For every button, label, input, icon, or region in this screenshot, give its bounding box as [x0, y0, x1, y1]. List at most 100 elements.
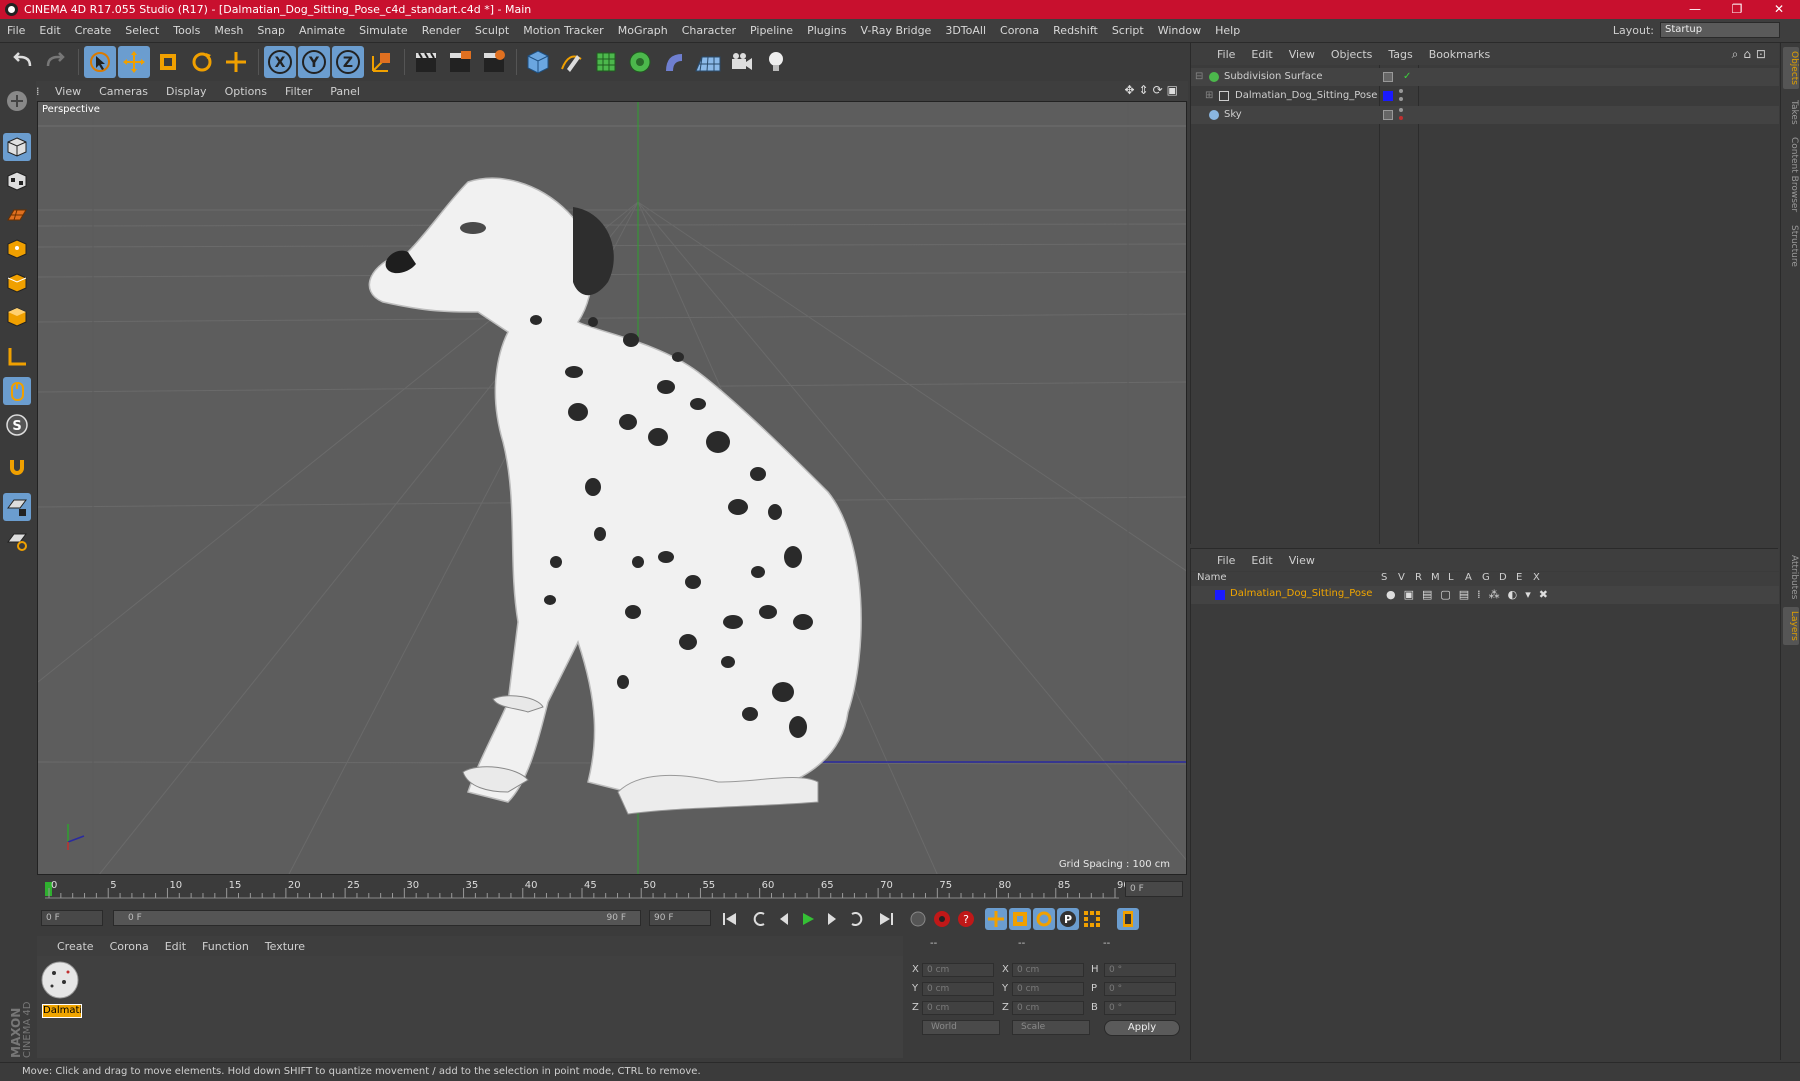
add-deformer-button[interactable]: [658, 46, 690, 78]
live-selection-button[interactable]: [84, 46, 116, 78]
transform-tool-button[interactable]: [220, 46, 252, 78]
object-row[interactable]: ⊟ Subdivision Surface ✓: [1191, 68, 1779, 86]
layer-color-swatch[interactable]: [1383, 91, 1393, 101]
render-view-button[interactable]: [410, 46, 442, 78]
render-region-button[interactable]: [444, 46, 476, 78]
viewport-menu-cameras[interactable]: Cameras: [90, 85, 157, 98]
col-animation[interactable]: A: [1465, 572, 1472, 583]
camera-label[interactable]: Perspective: [42, 104, 100, 115]
tree-expander[interactable]: ⊞: [1205, 87, 1213, 105]
solo-mode-button[interactable]: S: [3, 411, 31, 439]
perspective-viewport[interactable]: Perspective Grid Spacing : 100 cm: [37, 101, 1187, 875]
menu-tools[interactable]: Tools: [166, 24, 207, 37]
search-home-icons[interactable]: ⌕⌂⊡: [1732, 47, 1771, 62]
layout-dropdown[interactable]: Startup: [1660, 22, 1780, 38]
layer-tag-icon[interactable]: [1383, 72, 1393, 82]
edges-mode-button[interactable]: [3, 269, 31, 297]
material-menu-create[interactable]: Create: [49, 940, 102, 953]
maximize-button[interactable]: ❐: [1716, 0, 1758, 19]
layer-name[interactable]: Dalmatian_Dog_Sitting_Pose: [1230, 588, 1372, 599]
close-button[interactable]: ✕: [1758, 0, 1800, 19]
rot-p-field[interactable]: 0 °: [1104, 982, 1176, 996]
tree-expander[interactable]: ⊟: [1195, 68, 1203, 86]
tab-structure[interactable]: Structure: [1783, 221, 1799, 271]
col-xref[interactable]: X: [1533, 572, 1540, 583]
menu-vray-bridge[interactable]: V-Ray Bridge: [853, 24, 938, 37]
add-spline-button[interactable]: [556, 46, 588, 78]
tab-objects[interactable]: Objects: [1783, 47, 1799, 89]
menu-script[interactable]: Script: [1105, 24, 1151, 37]
key-position-button[interactable]: [985, 908, 1007, 930]
menu-snap[interactable]: Snap: [250, 24, 292, 37]
key-scale-button[interactable]: [1009, 908, 1031, 930]
autokey-button[interactable]: ?: [955, 908, 977, 930]
menu-edit[interactable]: Edit: [32, 24, 67, 37]
frame-range-slider[interactable]: 0 F 90 F: [113, 910, 641, 926]
menu-3dtoall[interactable]: 3DToAll: [938, 24, 993, 37]
menu-motion-tracker[interactable]: Motion Tracker: [516, 24, 610, 37]
layer-tag-icon[interactable]: [1383, 110, 1393, 120]
go-to-end-button[interactable]: [875, 908, 897, 930]
layers-menu-file[interactable]: File: [1209, 554, 1243, 567]
viewport-menu-view[interactable]: View: [46, 85, 90, 98]
menu-redshift[interactable]: Redshift: [1046, 24, 1105, 37]
menu-animate[interactable]: Animate: [292, 24, 352, 37]
previous-keyframe-button[interactable]: [749, 908, 771, 930]
workplane-mode-button[interactable]: [3, 201, 31, 229]
viewport-menu-display[interactable]: Display: [157, 85, 216, 98]
pos-x-field[interactable]: 0 cm: [922, 963, 994, 977]
apply-button[interactable]: Apply: [1104, 1020, 1180, 1036]
menu-sculpt[interactable]: Sculpt: [468, 24, 516, 37]
play-button[interactable]: [797, 908, 819, 930]
tweak-mode-button[interactable]: [3, 377, 31, 405]
tab-content-browser[interactable]: Content Browser: [1783, 135, 1799, 215]
key-param-button[interactable]: P: [1057, 908, 1079, 930]
scale-tool-button[interactable]: [152, 46, 184, 78]
objects-menu-file[interactable]: File: [1209, 48, 1243, 61]
col-solo[interactable]: S: [1381, 572, 1387, 583]
col-locked[interactable]: L: [1448, 572, 1454, 583]
enable-axis-button[interactable]: [3, 493, 31, 521]
viewport-menu-options[interactable]: Options: [216, 85, 276, 98]
viewport-menu-panel[interactable]: Panel: [321, 85, 369, 98]
objects-menu-bookmarks[interactable]: Bookmarks: [1421, 48, 1498, 61]
render-visibility-dot[interactable]: [1399, 116, 1403, 120]
col-deformers[interactable]: D: [1499, 572, 1507, 583]
menu-pipeline[interactable]: Pipeline: [743, 24, 800, 37]
add-cube-button[interactable]: [522, 46, 554, 78]
menu-corona[interactable]: Corona: [993, 24, 1046, 37]
add-floor-button[interactable]: [692, 46, 724, 78]
render-to-picture-viewer-button[interactable]: [478, 46, 510, 78]
objects-menu-objects[interactable]: Objects: [1323, 48, 1381, 61]
layer-toggle-icons[interactable]: ●▣▤▢▤⁞⁂◐▾✖: [1386, 588, 1556, 601]
rot-b-field[interactable]: 0 °: [1104, 1001, 1176, 1015]
menu-mesh[interactable]: Mesh: [207, 24, 250, 37]
timeline-window-button[interactable]: [1117, 908, 1139, 930]
current-frame-field[interactable]: 0 F: [1125, 881, 1183, 897]
timeline-ruler[interactable]: 0 5 10 15 20 25 30 35 40 45 50 55 60 65 70 75 80 85 90 0 F: [37, 878, 1187, 900]
redo-button[interactable]: [40, 46, 72, 78]
viewport-menu-filter[interactable]: Filter: [276, 85, 321, 98]
end-frame-field[interactable]: 90 F: [649, 910, 711, 926]
points-mode-button[interactable]: [3, 235, 31, 263]
menu-plugins[interactable]: Plugins: [800, 24, 853, 37]
material-menu-corona[interactable]: Corona: [102, 940, 157, 953]
editor-visibility-dot[interactable]: [1399, 89, 1403, 93]
record-keys-button[interactable]: [931, 908, 953, 930]
col-render[interactable]: R: [1415, 572, 1422, 583]
minimize-button[interactable]: —: [1674, 0, 1716, 19]
material-menu-function[interactable]: Function: [194, 940, 257, 953]
menu-mograph[interactable]: MoGraph: [611, 24, 675, 37]
x-axis-lock-button[interactable]: X: [264, 46, 296, 78]
z-axis-lock-button[interactable]: Z: [332, 46, 364, 78]
material-menu-edit[interactable]: Edit: [157, 940, 194, 953]
pos-y-field[interactable]: 0 cm: [922, 982, 994, 996]
objects-menu-view[interactable]: View: [1281, 48, 1323, 61]
pos-z-field[interactable]: 0 cm: [922, 1001, 994, 1015]
next-frame-button[interactable]: [821, 908, 843, 930]
move-tool-button[interactable]: [118, 46, 150, 78]
add-camera-button[interactable]: [726, 46, 758, 78]
texture-mode-button[interactable]: [3, 167, 31, 195]
menu-window[interactable]: Window: [1151, 24, 1208, 37]
layers-menu-view[interactable]: View: [1281, 554, 1323, 567]
